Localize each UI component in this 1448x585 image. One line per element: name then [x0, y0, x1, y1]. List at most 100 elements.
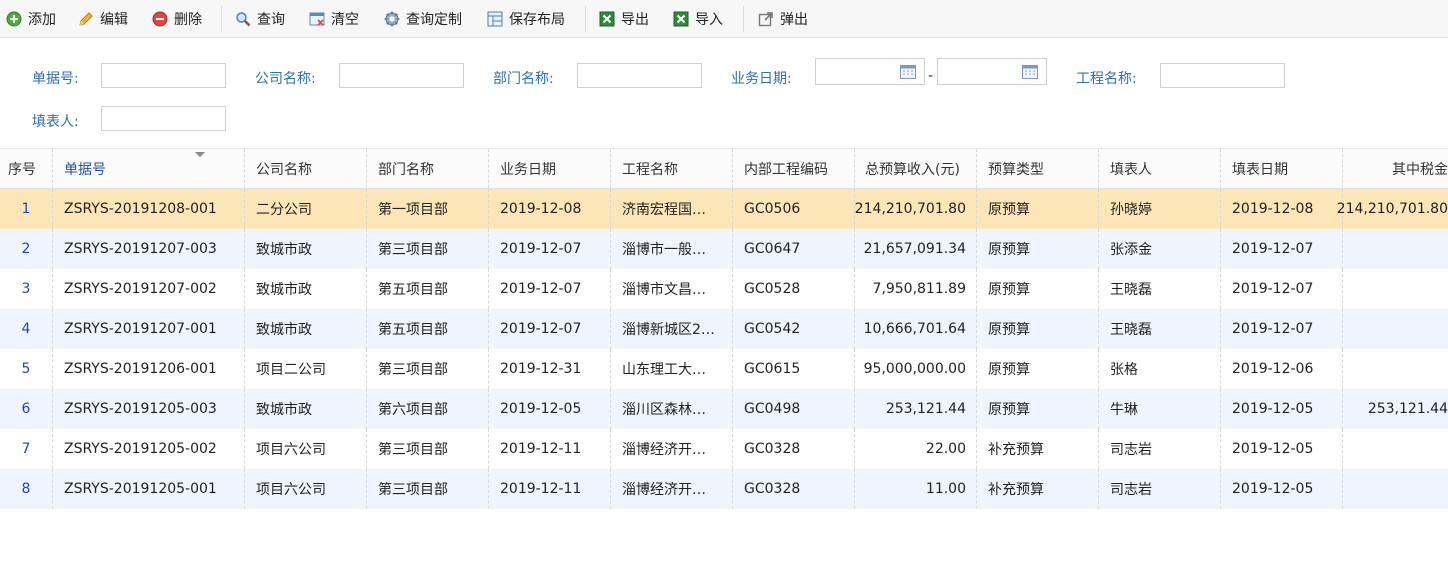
cell-project: 山东理工大… [611, 349, 733, 389]
cell-biz-date: 2019-12-07 [489, 269, 611, 309]
export-button-label: 导出 [621, 11, 649, 28]
cell-total-budget: 21,657,091.34 [855, 229, 977, 269]
grid-header: 序号 单据号 公司名称 部门名称 业务日期 工程名称 内部工程编码 总预算收入(… [0, 148, 1448, 189]
column-header-budget-type[interactable]: 预算类型 [977, 149, 1099, 188]
save-layout-button-label: 保存布局 [509, 11, 565, 28]
biz-date-end-field[interactable] [938, 59, 1026, 83]
popout-button-label: 弹出 [780, 11, 808, 28]
cell-fill-date: 2019-12-07 [1221, 229, 1343, 269]
cell-fill-date: 2019-12-06 [1221, 349, 1343, 389]
cell-biz-date: 2019-12-08 [489, 189, 611, 229]
import-button[interactable]: 导入 [673, 0, 723, 37]
cell-biz-date: 2019-12-07 [489, 229, 611, 269]
add-button[interactable]: 添加 [6, 0, 56, 37]
cell-project: 淄川区森林… [611, 389, 733, 429]
filler-label: 填表人: [32, 114, 79, 130]
biz-date-label: 业务日期: [731, 71, 792, 87]
column-header-dept[interactable]: 部门名称 [367, 149, 489, 188]
cell-total-budget: 95,000,000.00 [855, 349, 977, 389]
cell-budget-type: 原预算 [977, 309, 1099, 349]
cell-doc-no: ZSRYS-20191208-001 [53, 189, 245, 229]
query-button[interactable]: 查询 [235, 0, 285, 37]
biz-date-start-input[interactable] [815, 58, 925, 85]
project-input[interactable] [1160, 63, 1285, 88]
calendar-icon[interactable] [900, 65, 916, 79]
dept-input[interactable] [577, 63, 702, 88]
cell-index: 3 [0, 269, 53, 309]
cell-filler: 王晓磊 [1099, 309, 1221, 349]
cell-fill-date: 2019-12-05 [1221, 429, 1343, 469]
layout-icon [487, 11, 503, 26]
cell-project: 淄博新城区2… [611, 309, 733, 349]
table-row[interactable]: 7 ZSRYS-20191205-002 项目六公司 第三项目部 2019-12-11 淄… [0, 429, 1448, 469]
column-header-company[interactable]: 公司名称 [245, 149, 367, 188]
table-row[interactable]: 2 ZSRYS-20191207-003 致城市政 第三项目部 2019-12-07 淄博… [0, 229, 1448, 269]
popout-button[interactable]: 弹出 [758, 0, 808, 37]
cell-dept: 第三项目部 [367, 469, 489, 509]
cell-budget-type: 原预算 [977, 389, 1099, 429]
column-header-tax[interactable]: 其中税金 [1343, 149, 1448, 188]
date-range-dash: - [928, 68, 934, 84]
delete-button[interactable]: 删除 [152, 0, 202, 37]
clear-button[interactable]: 清空 [309, 0, 359, 37]
column-header-project-code[interactable]: 内部工程编码 [733, 149, 855, 188]
column-header-filler[interactable]: 填表人 [1099, 149, 1221, 188]
add-icon [6, 11, 22, 26]
column-header-doc-no-label: 单据号 [64, 161, 106, 178]
toolbar: 添加 编辑 删除 查询 清空 查询定制 保存布局 导出 导入 弹出 [0, 0, 1448, 38]
column-header-biz-date[interactable]: 业务日期 [489, 149, 611, 188]
custom-query-button[interactable]: 查询定制 [384, 0, 462, 37]
biz-date-start-field[interactable] [816, 59, 904, 83]
cell-index: 1 [0, 189, 53, 229]
cell-tax [1343, 229, 1448, 269]
cell-total-budget: 214,210,701.80 [855, 189, 977, 229]
column-header-index[interactable]: 序号 [0, 149, 53, 188]
search-icon [236, 11, 251, 26]
cell-fill-date: 2019-12-08 [1221, 189, 1343, 229]
save-layout-button[interactable]: 保存布局 [487, 0, 565, 37]
cell-project-code: GC0615 [733, 349, 855, 389]
filler-input[interactable] [101, 106, 226, 131]
add-button-label: 添加 [28, 11, 56, 28]
import-button-label: 导入 [695, 11, 723, 28]
toolbar-divider [585, 6, 586, 32]
column-header-total-budget[interactable]: 总预算收入(元) [855, 149, 977, 188]
column-header-doc-no[interactable]: 单据号 [53, 149, 245, 188]
cell-company: 致城市政 [245, 309, 367, 349]
delete-icon [152, 11, 168, 26]
cell-project: 济南宏程国… [611, 189, 733, 229]
cell-project: 淄博市文昌… [611, 269, 733, 309]
custom-query-button-label: 查询定制 [406, 11, 462, 28]
biz-date-end-input[interactable] [937, 58, 1047, 85]
table-row[interactable]: 1 ZSRYS-20191208-001 二分公司 第一项目部 2019-12-08 济南… [0, 189, 1448, 229]
table-row[interactable]: 5 ZSRYS-20191206-001 项目二公司 第三项目部 2019-12-31 山… [0, 349, 1448, 389]
cell-budget-type: 原预算 [977, 269, 1099, 309]
table-row[interactable]: 4 ZSRYS-20191207-001 致城市政 第五项目部 2019-12-07 淄博… [0, 309, 1448, 349]
cell-index: 7 [0, 429, 53, 469]
cell-company: 致城市政 [245, 389, 367, 429]
cell-fill-date: 2019-12-07 [1221, 269, 1343, 309]
table-row[interactable]: 6 ZSRYS-20191205-003 致城市政 第六项目部 2019-12-05 淄川… [0, 389, 1448, 429]
cell-filler: 张格 [1099, 349, 1221, 389]
edit-button[interactable]: 编辑 [78, 0, 128, 37]
table-row[interactable]: 8 ZSRYS-20191205-001 项目六公司 第三项目部 2019-12-11 淄… [0, 469, 1448, 509]
cell-doc-no: ZSRYS-20191206-001 [53, 349, 245, 389]
cell-project-code: GC0328 [733, 469, 855, 509]
company-input[interactable] [339, 63, 464, 88]
cell-project-code: GC0647 [733, 229, 855, 269]
cell-tax: 253,121.44 [1367, 401, 1448, 417]
cell-company: 二分公司 [245, 189, 367, 229]
cell-dept: 第六项目部 [367, 389, 489, 429]
cell-budget-type: 补充预算 [977, 469, 1099, 509]
calendar-icon[interactable] [1022, 65, 1038, 79]
table-row[interactable]: 3 ZSRYS-20191207-002 致城市政 第五项目部 2019-12-07 淄博… [0, 269, 1448, 309]
column-header-project[interactable]: 工程名称 [611, 149, 733, 188]
cell-project-code: GC0528 [733, 269, 855, 309]
export-button[interactable]: 导出 [599, 0, 649, 37]
column-header-fill-date[interactable]: 填表日期 [1221, 149, 1343, 188]
cell-biz-date: 2019-12-05 [489, 389, 611, 429]
search-form: 单据号: 公司名称: 部门名称: 业务日期: - 工程名称: 填表人: [0, 38, 1448, 146]
dept-label: 部门名称: [493, 71, 554, 87]
doc-no-input[interactable] [101, 63, 226, 88]
cell-index: 5 [0, 349, 53, 389]
